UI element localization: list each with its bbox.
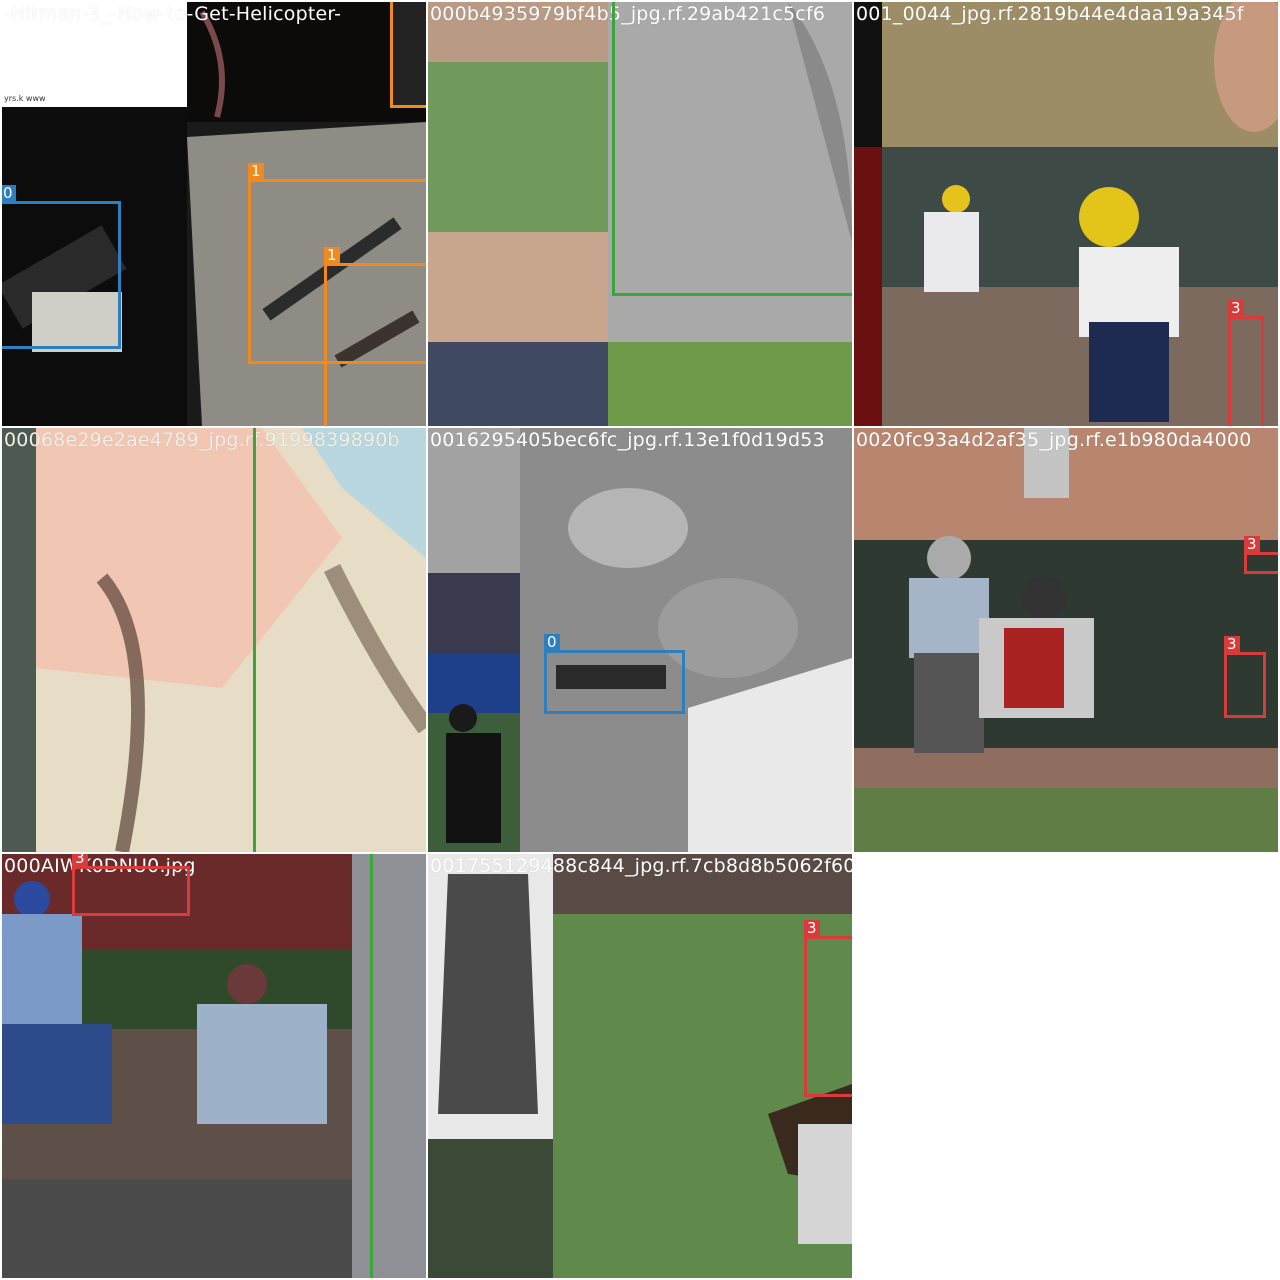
- tile-2: 000b4935979bf4b5_jpg.rf.29ab421c5cf6: [428, 2, 852, 426]
- bbox-class-2: [370, 854, 426, 1278]
- tile-3-image: [854, 2, 1278, 426]
- bbox-class-0: [2, 201, 121, 349]
- bbox-class-1-edge: [390, 2, 426, 108]
- tile-7: 000AIWK0DNU0.jpg 3 2: [2, 854, 426, 1278]
- tile-1: -Hitman-3_-How-to-Get-Helicopter- yrs.k …: [2, 2, 426, 426]
- tile-1-small-text: yrs.k www: [4, 94, 46, 103]
- tile-7-image: [2, 854, 426, 1278]
- tile-8-filename: 001755129488c844_jpg.rf.7cb8d8b5062f60a7: [430, 855, 852, 877]
- tile-5: 0016295405bec6fc_jpg.rf.13e1f0d19d53 0: [428, 428, 852, 852]
- tile-3-filename: 001_0044_jpg.rf.2819b44e4daa19a345f: [856, 3, 1244, 25]
- bbox-class-1: [324, 263, 426, 426]
- bbox-class-3: [1228, 316, 1264, 426]
- tile-8: 001755129488c844_jpg.rf.7cb8d8b5062f60a7…: [428, 854, 852, 1278]
- bbox-class-2: [253, 428, 426, 852]
- tile-6-image: [854, 428, 1278, 852]
- bbox-label: 3: [804, 920, 820, 936]
- bbox-class-3: [1224, 652, 1266, 718]
- bbox-label: 3: [1228, 300, 1244, 316]
- bbox-class-2: [612, 2, 852, 296]
- bbox-label: 1: [248, 163, 264, 179]
- bbox-label: 1: [324, 247, 340, 263]
- mosaic-grid: -Hitman-3_-How-to-Get-Helicopter- yrs.k …: [0, 0, 1280, 1280]
- bbox-label: 3: [72, 854, 88, 866]
- tile-5-image: [428, 428, 852, 852]
- bbox-label: 0: [2, 185, 16, 201]
- tile-3: 001_0044_jpg.rf.2819b44e4daa19a345f 3: [854, 2, 1278, 426]
- bbox-label: 0: [544, 634, 560, 650]
- bbox-class-3: [804, 936, 852, 1097]
- bbox-class-3: [1244, 552, 1278, 574]
- tile-6-filename: 0020fc93a4d2af35_jpg.rf.e1b980da4000: [856, 429, 1252, 451]
- tile-8-image: [428, 854, 852, 1278]
- tile-5-filename: 0016295405bec6fc_jpg.rf.13e1f0d19d53: [430, 429, 825, 451]
- bbox-label: 3: [1224, 636, 1240, 652]
- bbox-class-0: [544, 650, 685, 714]
- tile-1-filename: -Hitman-3_-How-to-Get-Helicopter-: [4, 3, 342, 25]
- bbox-class-3: [72, 866, 190, 916]
- tile-4: 00068e29e2ae4789_jpg.rf.9199839890b 2: [2, 428, 426, 852]
- tile-6: 0020fc93a4d2af35_jpg.rf.e1b980da4000 3 3: [854, 428, 1278, 852]
- bbox-label: 3: [1244, 536, 1260, 552]
